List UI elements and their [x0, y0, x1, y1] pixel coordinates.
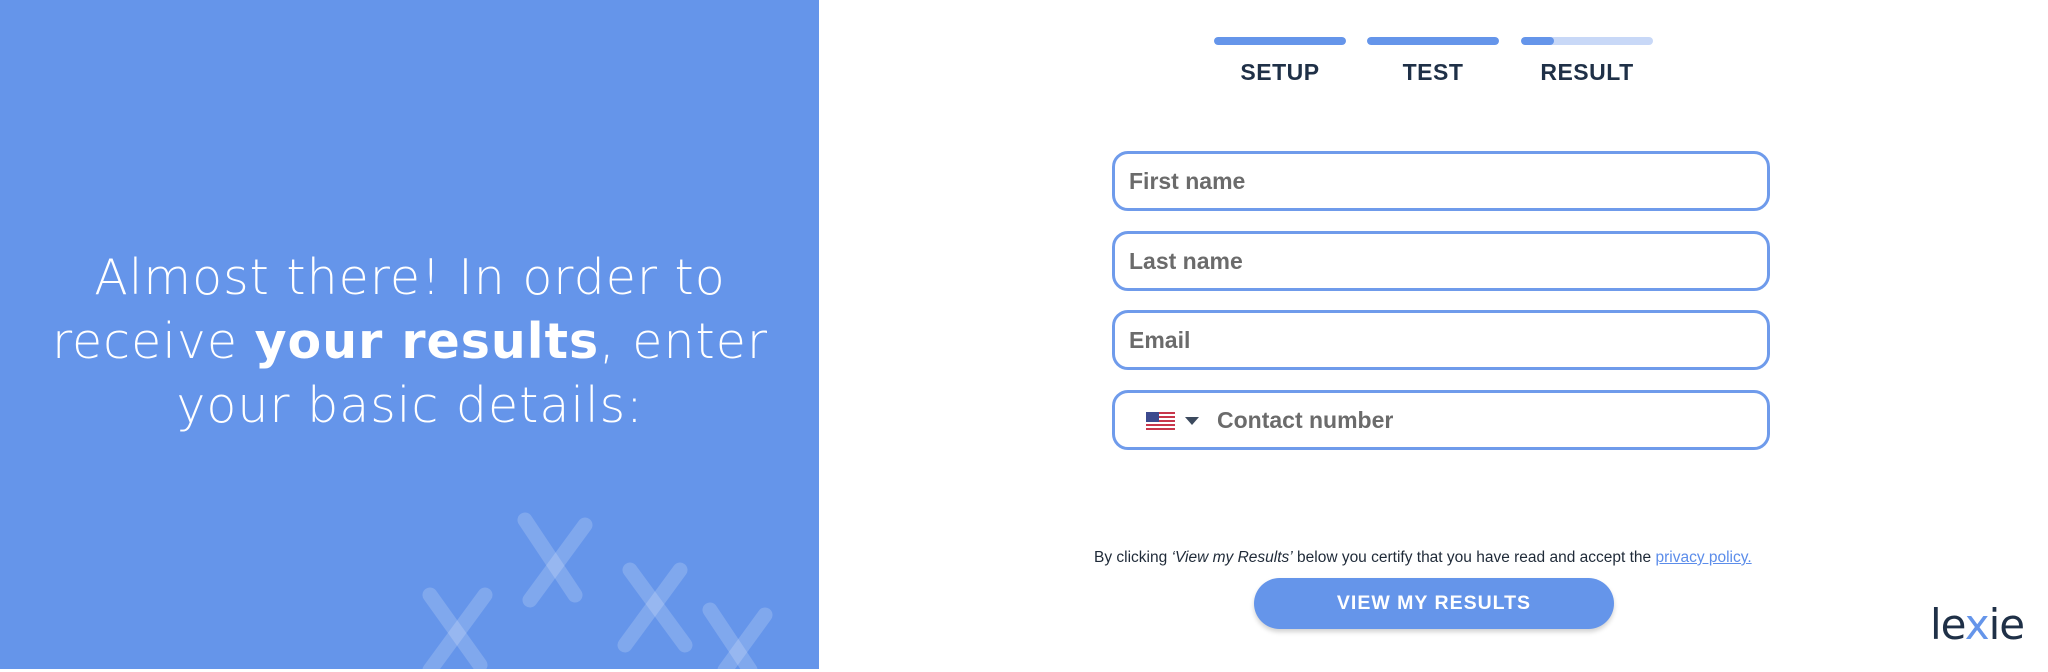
- email-field[interactable]: Email: [1112, 310, 1770, 370]
- step-test-label: TEST: [1402, 59, 1464, 85]
- hero-line-2: receive your results, enter: [50, 310, 770, 374]
- contact-number-placeholder: Contact number: [1217, 407, 1394, 433]
- logo-text-x: x: [1964, 600, 1990, 649]
- step-result: RESULT: [1521, 37, 1653, 86]
- step-setup-bar: [1214, 37, 1346, 45]
- last-name-field[interactable]: Last name: [1112, 231, 1770, 291]
- step-test-bar-fill: [1367, 37, 1499, 45]
- first-name-placeholder: First name: [1129, 168, 1246, 194]
- step-result-bar: [1521, 37, 1653, 45]
- email-placeholder: Email: [1129, 327, 1191, 353]
- view-my-results-button[interactable]: VIEW MY RESULTS: [1254, 578, 1614, 629]
- logo-text-post: ie: [1988, 600, 2026, 649]
- hero-line-2-pre: receive: [51, 313, 255, 370]
- logo-text-pre: le: [1930, 600, 1966, 649]
- decorative-x-pattern-icon: [422, 512, 773, 669]
- step-test: TEST: [1367, 37, 1499, 86]
- privacy-notice-cta-ref: ‘View my Results’: [1171, 549, 1293, 566]
- hero-headline: Almost there! In order to receive your r…: [50, 246, 770, 438]
- hero-line-2-bold: your results: [254, 313, 600, 370]
- hero-line-2-post: , enter: [599, 313, 769, 370]
- lexie-logo: lexie: [1930, 600, 2026, 649]
- step-setup-bar-fill: [1214, 37, 1346, 45]
- privacy-notice-middle: below you certify that you have read and…: [1292, 549, 1656, 566]
- first-name-field[interactable]: First name: [1112, 151, 1770, 211]
- chevron-down-icon[interactable]: [1185, 417, 1199, 425]
- step-result-bar-fill: [1521, 37, 1554, 45]
- privacy-notice-prefix: By clicking: [1094, 549, 1172, 566]
- step-test-bar: [1367, 37, 1499, 45]
- hero-panel: Almost there! In order to receive your r…: [0, 0, 819, 669]
- last-name-placeholder: Last name: [1129, 248, 1243, 274]
- step-setup-label: SETUP: [1240, 59, 1320, 85]
- hero-line-3: your basic details:: [176, 377, 644, 434]
- contact-number-field[interactable]: Contact number: [1112, 390, 1770, 450]
- us-flag-icon[interactable]: [1146, 412, 1175, 430]
- privacy-policy-link[interactable]: privacy policy.: [1655, 549, 1751, 566]
- step-result-label: RESULT: [1540, 59, 1634, 85]
- hero-line-1: Almost there! In order to: [94, 249, 726, 306]
- step-setup: SETUP: [1214, 37, 1346, 86]
- privacy-notice: By clicking ‘View my Results’ below you …: [1094, 549, 1752, 567]
